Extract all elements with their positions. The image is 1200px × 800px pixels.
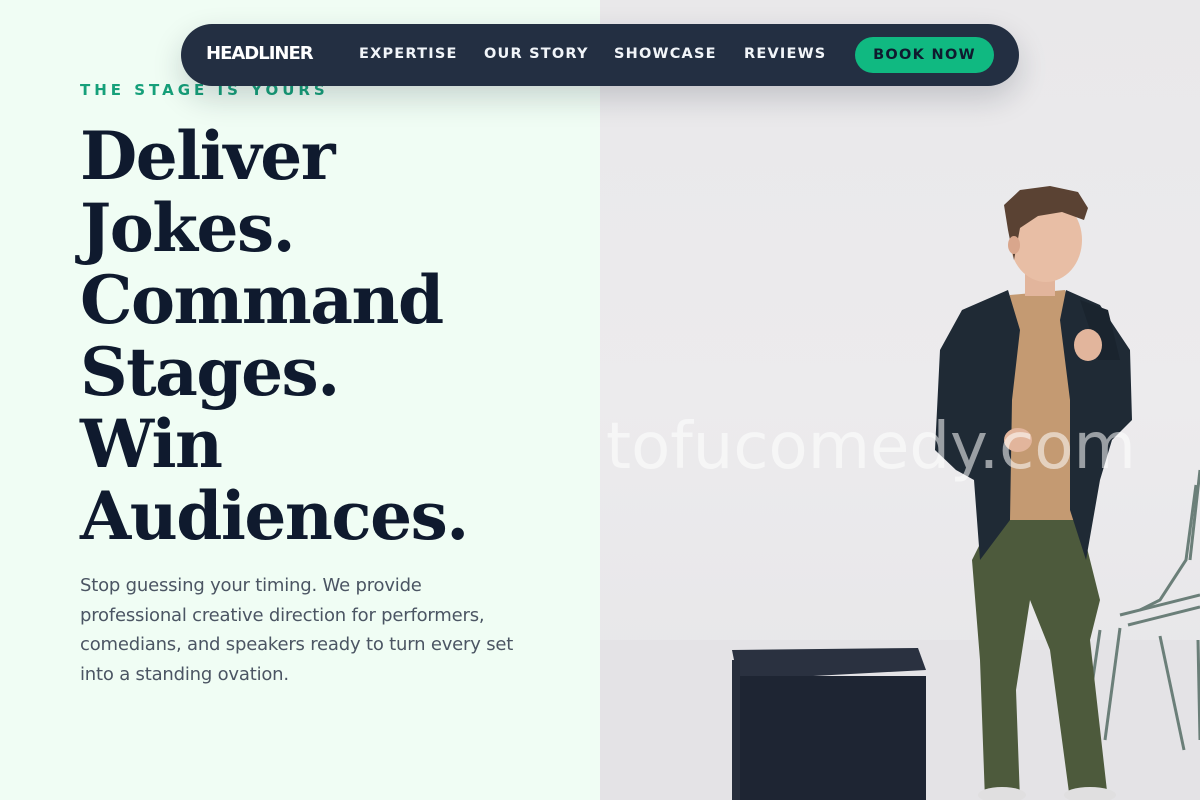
nav-link-reviews[interactable]: REVIEWS bbox=[744, 46, 826, 62]
headline-line: Stages. bbox=[80, 333, 340, 411]
headline-line: Win bbox=[80, 405, 223, 483]
watermark-text: tofucomedy.com bbox=[606, 410, 1136, 484]
headline-line: Deliver bbox=[80, 117, 335, 195]
hero-description: Stop guessing your timing. We provide pr… bbox=[80, 575, 514, 685]
top-navbar: HEADLINER EXPERTISE OUR STORY SHOWCASE R… bbox=[181, 24, 1019, 86]
hero-headline: Deliver Jokes. Command Stages. Win Audie… bbox=[80, 120, 580, 552]
nav-link-showcase[interactable]: SHOWCASE bbox=[614, 46, 717, 62]
headline-line: Audiences. bbox=[80, 477, 469, 555]
nav-link-our-story[interactable]: OUR STORY bbox=[484, 46, 589, 62]
hero-left-panel: THE STAGE IS YOURS Deliver Jokes. Comman… bbox=[0, 0, 600, 800]
hero-photo-panel: tofucomedy.com bbox=[600, 0, 1200, 800]
headline-line: Command bbox=[80, 261, 444, 339]
hero-photo bbox=[600, 186, 1200, 800]
brand-logo[interactable]: HEADLINER bbox=[206, 43, 314, 64]
book-now-button[interactable]: BOOK NOW bbox=[855, 37, 994, 73]
headline-line: Jokes. bbox=[80, 189, 296, 267]
nav-link-expertise[interactable]: EXPERTISE bbox=[359, 46, 458, 62]
